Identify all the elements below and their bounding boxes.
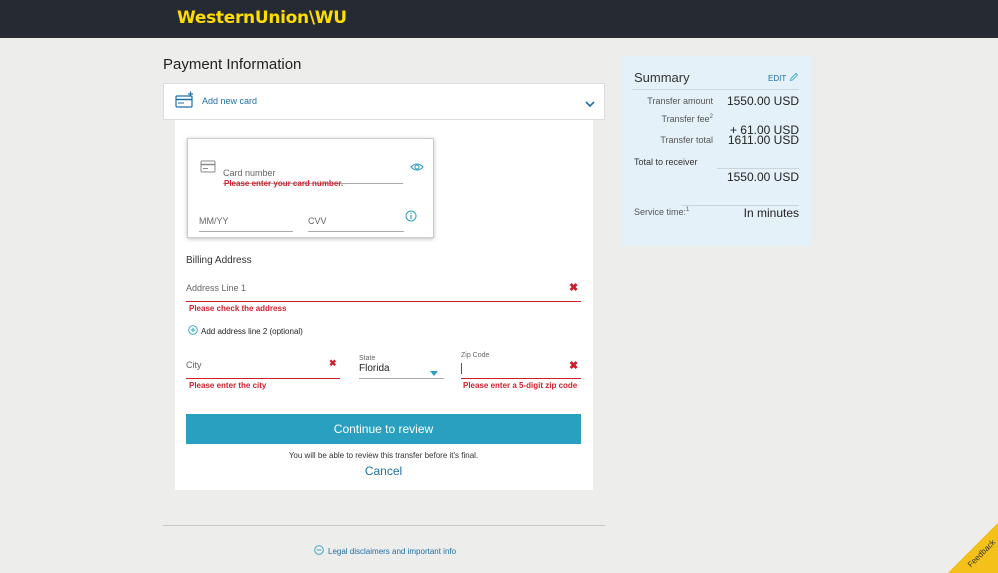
total-to-receiver-label: Total to receiver [634,157,698,167]
edit-link[interactable]: EDIT [768,72,799,84]
transfer-total-value: 1611.00 USD [727,133,799,147]
city-field[interactable]: City [186,359,340,379]
cvv-field[interactable]: CVV [308,211,404,232]
address-line1-error: Please check the address [189,304,287,313]
pencil-icon [789,72,799,84]
zip-code-error: Please enter a 5-digit zip code [463,381,578,390]
summary-panel: Summary EDIT Transfer amount 1550.00 USD… [622,56,811,246]
info-icon[interactable] [405,209,417,227]
eye-icon[interactable] [410,159,424,177]
continue-to-review-button[interactable]: Continue to review [186,414,581,444]
service-time-footnote: 1 [686,207,690,213]
expiry-placeholder: MM/YY [199,216,229,226]
zip-code-field[interactable]: Zip Code [461,352,581,379]
text-cursor [461,363,462,374]
city-placeholder: City [186,360,202,370]
transfer-fee-footnote: 2 [709,114,713,120]
transfer-fee-label: Transfer fee [661,114,710,124]
summary-divider [632,89,799,90]
summary-title: Summary [634,70,690,85]
page-title: Payment Information [163,56,302,73]
state-select[interactable]: State Florida [359,355,444,379]
chevron-down-icon[interactable] [584,96,596,114]
card-add-icon [175,91,195,114]
add-new-card-header[interactable]: Add new card [163,83,605,120]
legal-disclaimers-label: Legal disclaimers and important info [328,546,457,556]
close-icon[interactable]: ✖ [569,359,578,372]
receiver-divider [717,168,799,169]
service-time-label-wrap: Service time:1 [634,207,689,217]
cvv-placeholder: CVV [308,216,327,226]
transfer-fee-label-wrap: Transfer fee2 [632,114,713,124]
card-number-error: Please enter your card number. [224,179,344,188]
address-line1-field[interactable]: Address Line 1 [186,283,581,302]
transfer-total-label: Transfer total [660,135,713,145]
top-bar: WesternUnion\WU [0,0,998,38]
cancel-link[interactable]: Cancel [186,464,581,478]
total-to-receiver-value: 1550.00 USD [726,170,799,184]
review-note: You will be able to review this transfer… [288,451,479,460]
edit-label: EDIT [768,73,787,83]
card-icon [200,160,216,178]
legal-disclaimers-link[interactable]: Legal disclaimers and important info [314,545,456,557]
minus-circle-icon [314,545,324,557]
feedback-tab[interactable]: Feedback [948,523,998,573]
service-time-value: In minutes [743,206,799,220]
add-new-card-label[interactable]: Add new card [202,96,257,106]
zip-code-label: Zip Code [461,352,490,359]
close-icon[interactable]: ✖ [329,358,337,369]
add-address-line2-link[interactable]: Add address line 2 (optional) [188,325,303,337]
card-number-placeholder: Card number [223,168,276,178]
close-icon[interactable]: ✖ [569,281,578,294]
caret-down-icon [430,364,438,382]
billing-address-heading: Billing Address [186,255,252,266]
state-label: State [359,355,376,362]
card-entry-box: Card number Please enter your card numbe… [187,138,434,238]
address-line1-placeholder: Address Line 1 [186,283,247,293]
expiry-field[interactable]: MM/YY [199,211,293,232]
divider [163,525,605,526]
plus-circle-icon [188,325,198,337]
add-address-line2-label: Add address line 2 (optional) [201,326,303,336]
city-error: Please enter the city [189,381,267,390]
service-time-label: Service time: [634,207,687,217]
state-value: Florida [359,363,390,374]
transfer-amount-label: Transfer amount [647,96,713,106]
transfer-amount-value: 1550.00 USD [726,94,799,108]
western-union-logo[interactable]: WesternUnion\WU [177,8,347,28]
